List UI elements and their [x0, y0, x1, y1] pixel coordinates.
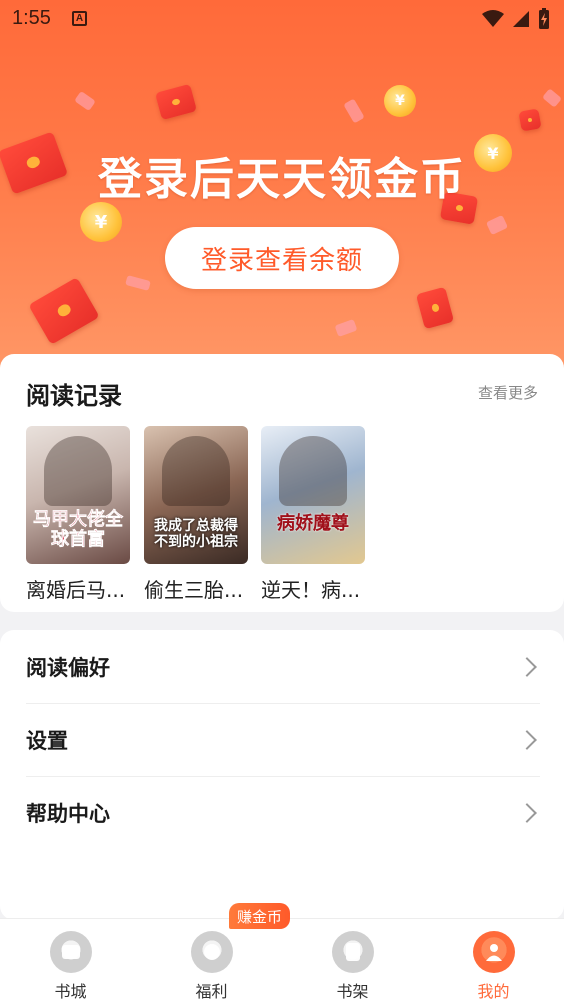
red-envelope-icon	[518, 108, 542, 132]
system-status-icons	[482, 8, 550, 30]
book-cover[interactable]: 马甲大佬全球首富	[26, 426, 130, 564]
cover-illustration	[162, 436, 230, 506]
login-check-balance-button[interactable]: 登录查看余额	[165, 227, 399, 289]
confetti-decoration	[334, 318, 358, 338]
person-icon	[485, 944, 502, 961]
red-envelope-icon	[28, 277, 100, 345]
bookshelf-icon	[331, 931, 374, 973]
book-item[interactable]: 我成了总裁得不到的小祖宗 偷生三胎...	[144, 426, 248, 603]
cellular-signal-icon	[513, 11, 529, 27]
header-banner: 1:55 A ¥ ¥ ¥ 登录后天天领金币 登录查看余额	[0, 0, 564, 372]
nav-item-bookstore[interactable]: 书城	[0, 919, 141, 1002]
confetti-decoration	[74, 90, 96, 112]
confetti-decoration	[125, 275, 151, 291]
welfare-icon	[190, 931, 233, 973]
chevron-right-icon	[517, 730, 537, 750]
nav-item-profile[interactable]: 我的	[423, 919, 564, 1002]
chevron-right-icon	[517, 656, 537, 677]
nav-label: 书城	[54, 982, 87, 1001]
confetti-decoration	[485, 214, 509, 236]
menu-item-settings[interactable]: 设置	[26, 703, 540, 776]
settings-menu-card: 阅读偏好 设置 帮助中心	[0, 630, 564, 920]
cover-illustration	[279, 436, 347, 506]
cover-title-art: 病娇魔尊	[277, 513, 349, 534]
confetti-decoration	[343, 98, 365, 124]
earn-coins-badge[interactable]: 赚金币	[229, 903, 291, 929]
confetti-decoration	[542, 88, 562, 108]
bookstore-icon	[49, 931, 92, 973]
nav-label: 书架	[336, 982, 369, 1001]
menu-item-help-center[interactable]: 帮助中心	[26, 776, 540, 849]
red-envelope-icon	[415, 286, 455, 330]
notification-badge-icon: A	[72, 11, 87, 26]
book-title[interactable]: 偷生三胎...	[144, 574, 248, 603]
reading-record-title: 阅读记录	[26, 382, 122, 410]
menu-item-label: 阅读偏好	[26, 655, 110, 680]
coin-icon: ¥	[80, 202, 122, 242]
book-item[interactable]: 病娇魔尊 逆天！病...	[261, 426, 365, 603]
cover-illustration	[44, 436, 112, 506]
wifi-icon	[482, 10, 504, 27]
book-cover[interactable]: 病娇魔尊	[261, 426, 365, 564]
bottom-navigation: 书城 福利 书架 我的	[0, 918, 564, 1002]
book-title[interactable]: 逆天！病...	[261, 574, 365, 603]
nav-item-welfare[interactable]: 福利	[141, 919, 282, 1002]
status-bar: 1:55 A	[0, 0, 564, 40]
red-envelope-icon	[154, 83, 198, 121]
menu-item-reading-preference[interactable]: 阅读偏好	[26, 630, 540, 703]
menu-item-label: 帮助中心	[26, 802, 110, 826]
banner-title: 登录后天天领金币	[98, 154, 466, 205]
nav-label: 福利	[195, 982, 228, 1001]
profile-icon	[472, 931, 515, 973]
book-item[interactable]: 马甲大佬全球首富 离婚后马...	[26, 426, 130, 603]
nav-label: 我的	[477, 982, 510, 1001]
chevron-right-icon	[517, 803, 537, 823]
book-cover[interactable]: 我成了总裁得不到的小祖宗	[144, 426, 248, 564]
book-title[interactable]: 离婚后马...	[26, 574, 130, 603]
status-time: 1:55	[12, 7, 51, 29]
menu-item-label: 设置	[26, 729, 68, 753]
cover-title-art: 我成了总裁得不到的小祖宗	[154, 518, 238, 550]
view-more-link[interactable]: 查看更多	[478, 382, 538, 403]
battery-charging-icon	[539, 8, 549, 29]
cover-title-art: 马甲大佬全球首富	[33, 509, 124, 550]
reading-record-card: 阅读记录 查看更多 马甲大佬全球首富 离婚后马... 我成了总裁得不到的小祖宗 …	[0, 354, 564, 612]
coin-icon: ¥	[384, 85, 416, 117]
nav-item-bookshelf[interactable]: 书架	[282, 919, 423, 1002]
